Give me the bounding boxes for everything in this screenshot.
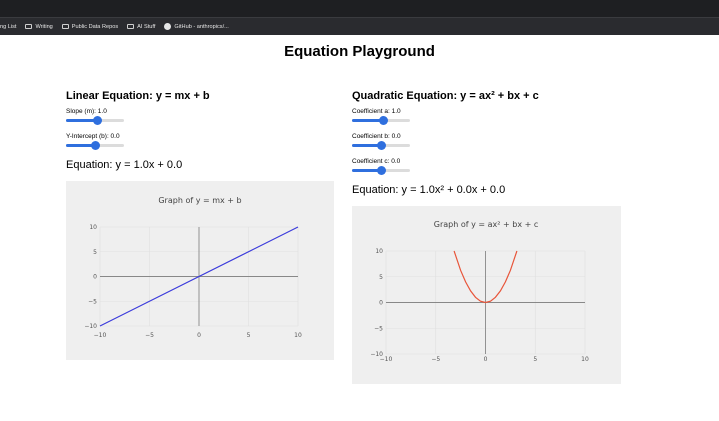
x-tick-label: −10 bbox=[94, 332, 107, 339]
coef-a-label: Coefficient a: 1.0 bbox=[352, 108, 401, 115]
bookmark-label: Public Data Repos bbox=[71, 23, 119, 30]
x-tick-label: −5 bbox=[431, 356, 440, 363]
bookmark-label: Writing bbox=[35, 23, 53, 30]
linear-graph-svg: Graph of y = mx + b −10 −5 0 5 10 −10 −5 0 5 10 bbox=[84, 196, 302, 339]
quadratic-equation: Equation: y = 1.0x² + 0.0x + 0.0 bbox=[352, 184, 506, 196]
intercept-slider[interactable] bbox=[66, 141, 124, 150]
linear-equation: Equation: y = 1.0x + 0.0 bbox=[66, 159, 183, 171]
slider-thumb[interactable] bbox=[90, 141, 100, 150]
x-tick-label: 0 bbox=[484, 356, 488, 363]
x-tick-label: 5 bbox=[247, 332, 251, 339]
quadratic-graph[interactable]: Graph of y = ax² + bx + c −10 −5 0 5 10 −10 −5 0… bbox=[352, 206, 621, 384]
coef-b-control: Coefficient b: 0.0 bbox=[352, 129, 622, 154]
linear-graph[interactable]: Graph of y = mx + b −10 −5 0 5 10 −10 −5 0 5 10 bbox=[66, 181, 334, 360]
coef-a-slider[interactable] bbox=[352, 116, 410, 125]
bookmark-ai-stuff[interactable]: AI Stuff bbox=[127, 24, 155, 30]
y-tick-label: −5 bbox=[88, 298, 97, 305]
folder-icon bbox=[25, 24, 33, 29]
slider-thumb[interactable] bbox=[376, 141, 386, 150]
intercept-label: Y-Intercept (b): 0.0 bbox=[66, 133, 120, 140]
bookmark-label: GitHub - anthropics/... bbox=[174, 23, 229, 30]
chart-title: Graph of y = mx + b bbox=[158, 196, 241, 205]
quadratic-section: Quadratic Equation: y = ax² + bx + c Coe… bbox=[352, 88, 622, 197]
page-title: Equation Playground bbox=[284, 43, 435, 60]
x-tick-label: 0 bbox=[197, 332, 201, 339]
coef-c-control: Coefficient c: 0.0 bbox=[352, 154, 622, 179]
y-tick-label: 0 bbox=[379, 300, 383, 307]
bookmark-github[interactable]: GitHub - anthropics/... bbox=[164, 23, 229, 30]
x-tick-label: 5 bbox=[533, 356, 537, 363]
coef-c-label: Coefficient c: 0.0 bbox=[352, 158, 401, 165]
y-tick-label: 5 bbox=[379, 274, 383, 281]
folder-icon bbox=[61, 24, 69, 29]
quadratic-title: Quadratic Equation: y = ax² + bx + c bbox=[352, 90, 539, 102]
y-tick-label: 10 bbox=[375, 248, 383, 255]
slope-label: Slope (m): 1.0 bbox=[66, 108, 107, 115]
bookmark-writing[interactable]: Writing bbox=[25, 23, 53, 30]
slider-thumb[interactable] bbox=[379, 116, 389, 125]
bookmark-public-data-repos[interactable]: Public Data Repos bbox=[61, 23, 119, 30]
y-tick-label: −10 bbox=[84, 323, 97, 330]
coef-b-slider[interactable] bbox=[352, 141, 410, 150]
browser-titlebar bbox=[0, 0, 719, 17]
coef-c-slider[interactable] bbox=[352, 166, 410, 175]
slider-thumb[interactable] bbox=[376, 166, 386, 175]
bookmarks-bar: ng List Writing Public Data Repos AI Stu… bbox=[0, 17, 719, 35]
folder-icon bbox=[127, 24, 135, 29]
bookmark-label: ng List bbox=[0, 23, 17, 30]
bookmark-reading-list[interactable]: ng List bbox=[0, 24, 16, 30]
x-tick-label: 10 bbox=[294, 332, 302, 339]
slider-thumb[interactable] bbox=[93, 116, 103, 125]
slope-control: Slope (m): 1.0 bbox=[66, 104, 334, 129]
y-tick-label: 10 bbox=[89, 224, 97, 231]
linear-section: Linear Equation: y = mx + b Slope (m): 1… bbox=[66, 88, 334, 172]
y-tick-label: 0 bbox=[93, 274, 97, 281]
y-tick-label: 5 bbox=[93, 249, 97, 256]
github-icon bbox=[164, 23, 172, 30]
linear-title: Linear Equation: y = mx + b bbox=[66, 90, 210, 102]
slope-slider[interactable] bbox=[66, 116, 124, 125]
quadratic-graph-svg: Graph of y = ax² + bx + c−10−50510−10 −5 0… bbox=[370, 220, 589, 363]
bookmark-label: AI Stuff bbox=[137, 23, 156, 30]
coef-b-label: Coefficient b: 0.0 bbox=[352, 133, 401, 140]
chart-title: Graph of y = ax² + bx + c bbox=[434, 220, 539, 229]
coef-a-control: Coefficient a: 1.0 bbox=[352, 104, 622, 129]
y-tick-label: −5 bbox=[374, 325, 383, 332]
x-tick-label: −10 bbox=[380, 356, 393, 363]
intercept-control: Y-Intercept (b): 0.0 bbox=[66, 129, 334, 154]
x-tick-label: 10 bbox=[581, 356, 589, 363]
x-tick-label: −5 bbox=[145, 332, 154, 339]
